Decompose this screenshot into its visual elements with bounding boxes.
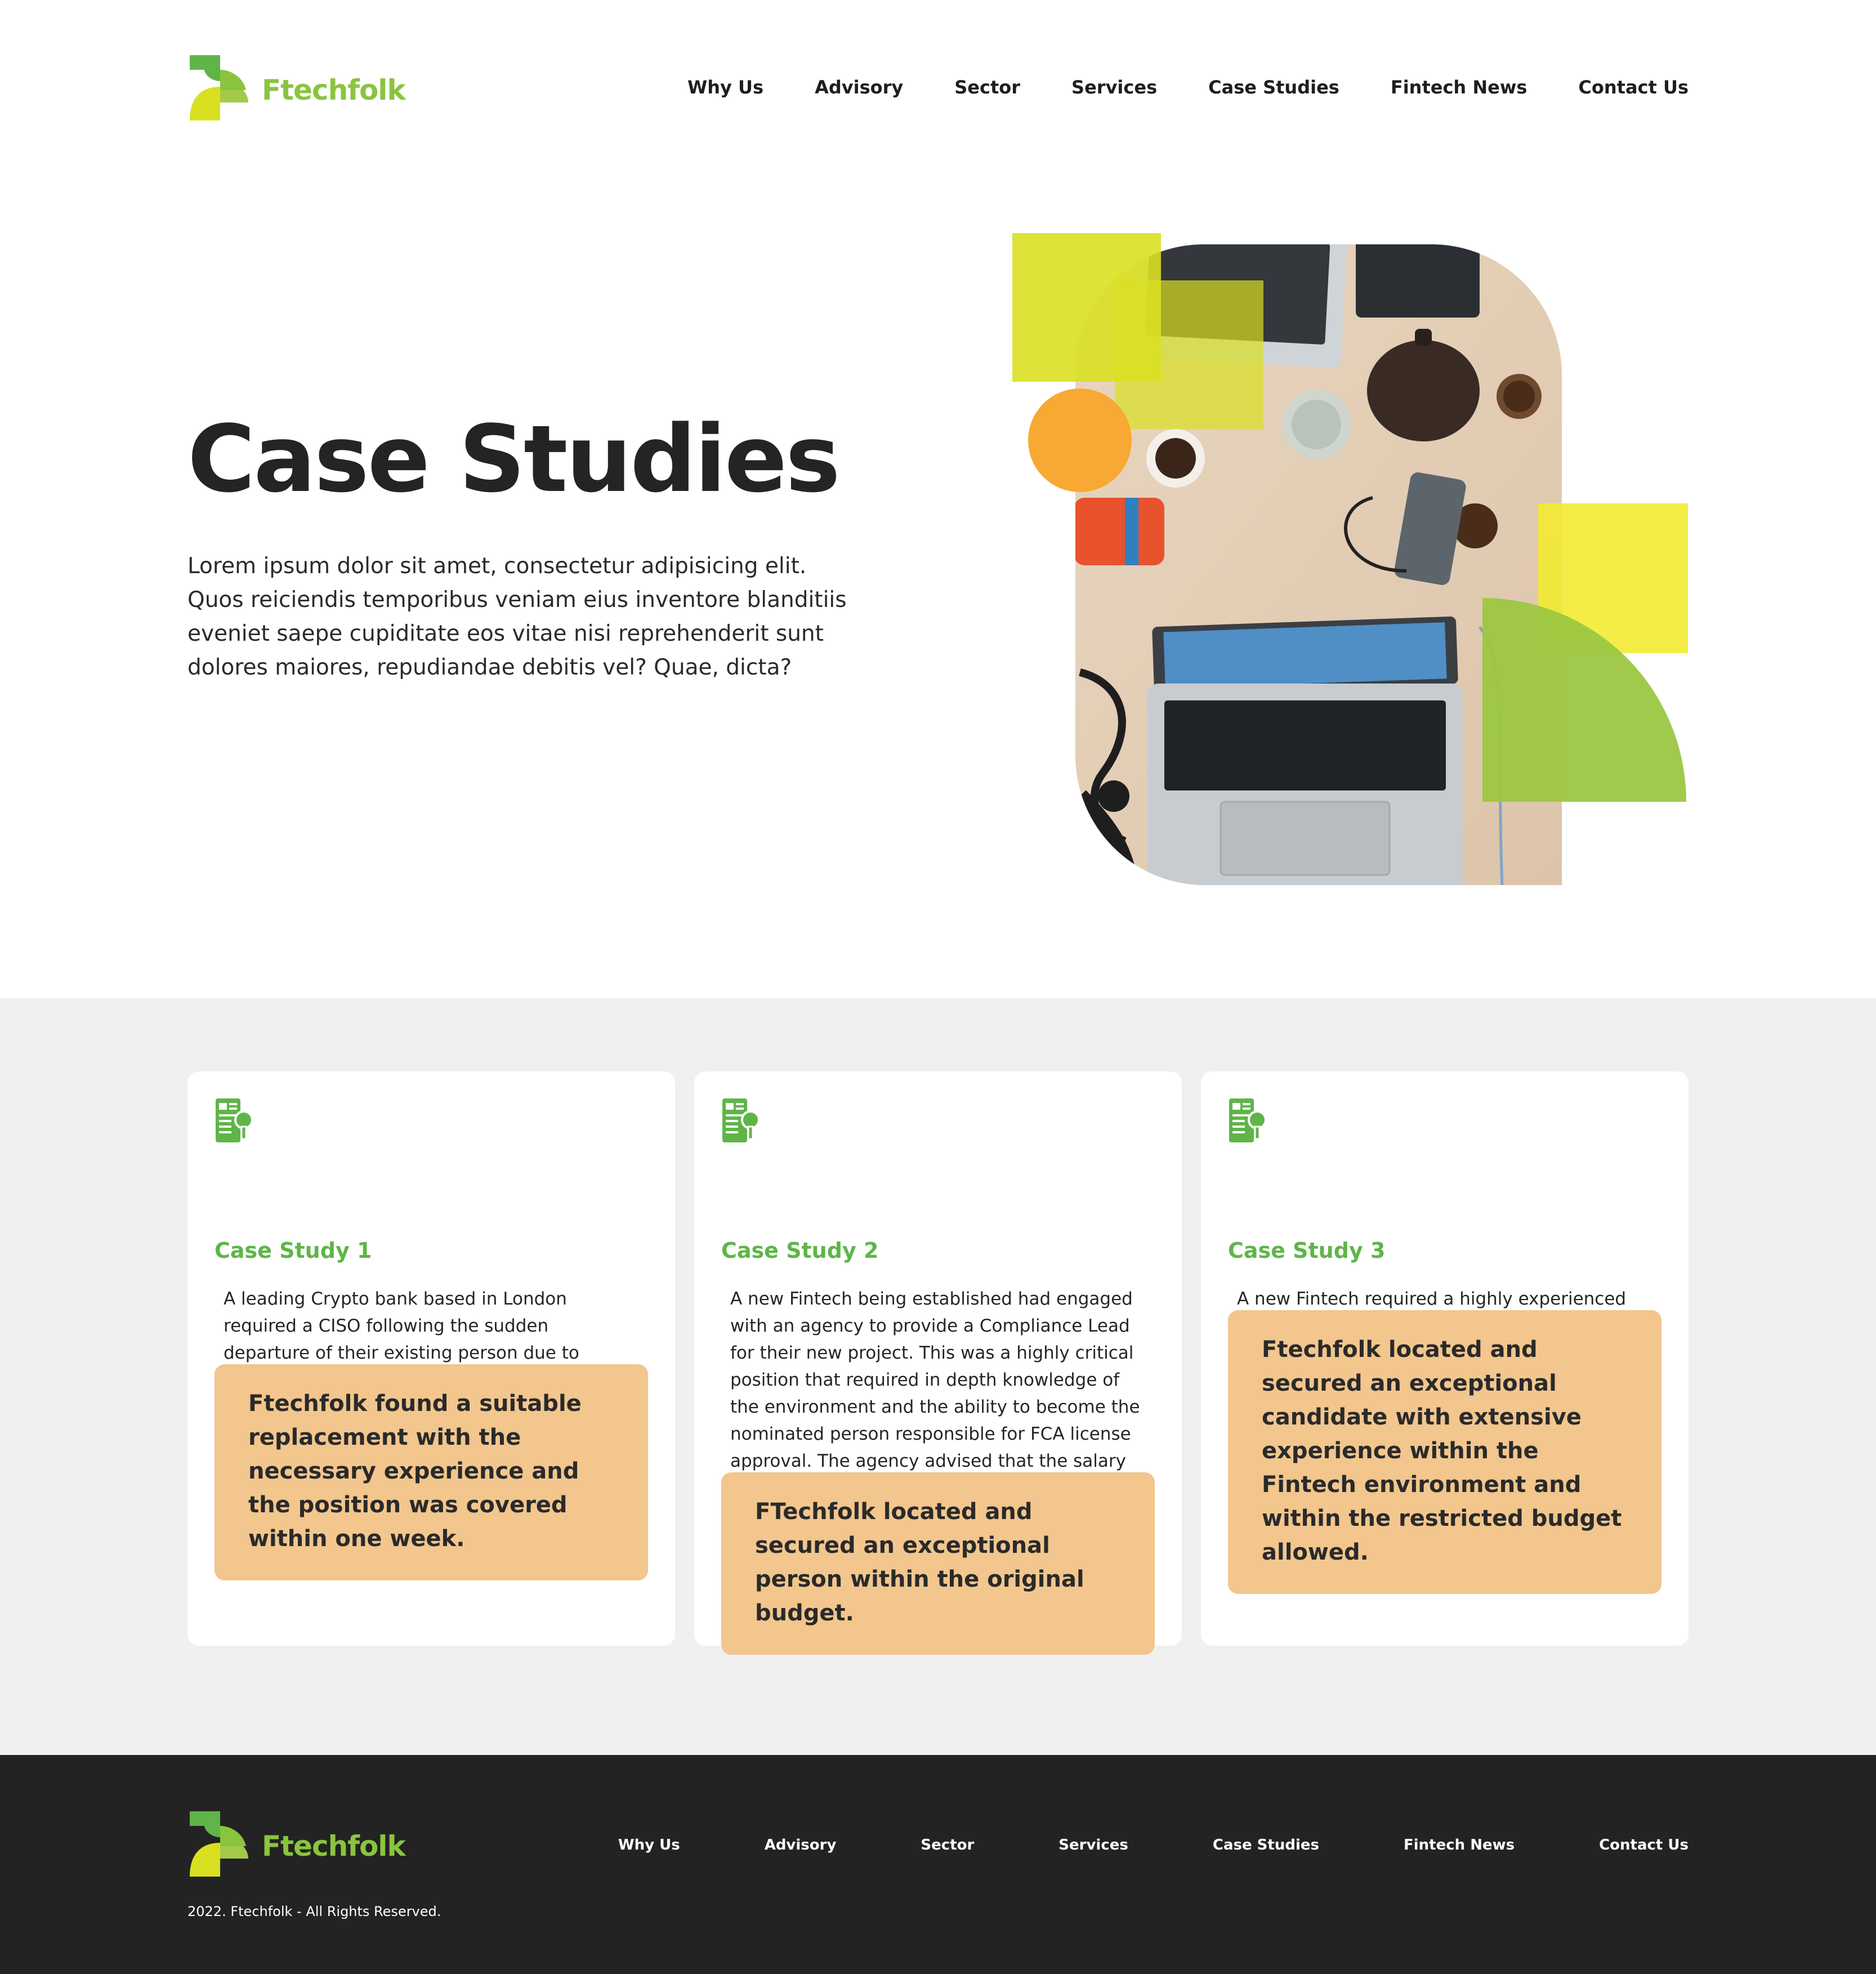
document-search-icon	[1229, 1098, 1267, 1142]
brand-logo[interactable]: Ftechfolk	[187, 53, 406, 123]
nav-sector[interactable]: Sector	[954, 77, 1020, 98]
footer-nav-why-us[interactable]: Why Us	[618, 1837, 680, 1854]
footer-nav-contact-us[interactable]: Contact Us	[1599, 1837, 1689, 1854]
hero-description: Lorem ipsum dolor sit amet, consectetur …	[187, 553, 847, 680]
nav-why-us[interactable]: Why Us	[687, 77, 763, 98]
case-study-title: Case Study 3	[1228, 1238, 1386, 1263]
case-study-result: Ftechfolk located and secured an excepti…	[1228, 1310, 1661, 1594]
site-header: Ftechfolk Why Us Advisory Sector Service…	[0, 0, 1876, 180]
footer-nav-fintech-news[interactable]: Fintech News	[1404, 1837, 1515, 1854]
brand-name: Ftechfolk	[262, 74, 406, 106]
case-study-title: Case Study 1	[215, 1238, 372, 1263]
page-title: Case Studies	[187, 405, 841, 513]
hero-illustration	[1012, 233, 1688, 886]
brand-logo-icon	[190, 1811, 248, 1877]
footer-nav: Why Us Advisory Sector Services Case Stu…	[618, 1837, 1689, 1854]
footer-nav-sector[interactable]: Sector	[921, 1837, 974, 1854]
main-nav: Why Us Advisory Sector Services Case Stu…	[687, 77, 1689, 98]
nav-services[interactable]: Services	[1071, 77, 1157, 98]
case-study-result: FTechfolk located and secured an excepti…	[721, 1472, 1155, 1655]
case-studies-section: Case Study 1 A leading Crypto bank based…	[0, 998, 1876, 1755]
document-search-icon	[722, 1098, 760, 1142]
case-study-result: Ftechfolk found a suitable replacement w…	[215, 1364, 648, 1580]
nav-advisory[interactable]: Advisory	[815, 77, 903, 98]
case-study-title: Case Study 2	[721, 1238, 879, 1263]
nav-fintech-news[interactable]: Fintech News	[1391, 77, 1527, 98]
site-footer: Ftechfolk Why Us Advisory Sector Service…	[0, 1755, 1876, 1974]
footer-nav-advisory[interactable]: Advisory	[765, 1837, 837, 1854]
copyright-text: 2022. Ftechfolk - All Rights Reserved.	[187, 1904, 441, 1919]
workspace-desk-photo	[1012, 233, 1688, 886]
footer-brand-name: Ftechfolk	[262, 1830, 406, 1863]
brand-logo-icon	[190, 55, 248, 120]
case-study-card-1: Case Study 1 A leading Crypto bank based…	[187, 1071, 675, 1646]
case-study-card-2: Case Study 2 A new Fintech being establi…	[694, 1071, 1182, 1655]
footer-nav-services[interactable]: Services	[1058, 1837, 1128, 1854]
nav-contact-us[interactable]: Contact Us	[1578, 77, 1689, 98]
footer-brand-logo[interactable]: Ftechfolk	[187, 1809, 406, 1879]
footer-nav-case-studies[interactable]: Case Studies	[1213, 1837, 1319, 1854]
case-study-card-3: Case Study 3 A new Fintech required a hi…	[1201, 1071, 1689, 1646]
document-search-icon	[216, 1098, 253, 1142]
nav-case-studies[interactable]: Case Studies	[1208, 77, 1339, 98]
